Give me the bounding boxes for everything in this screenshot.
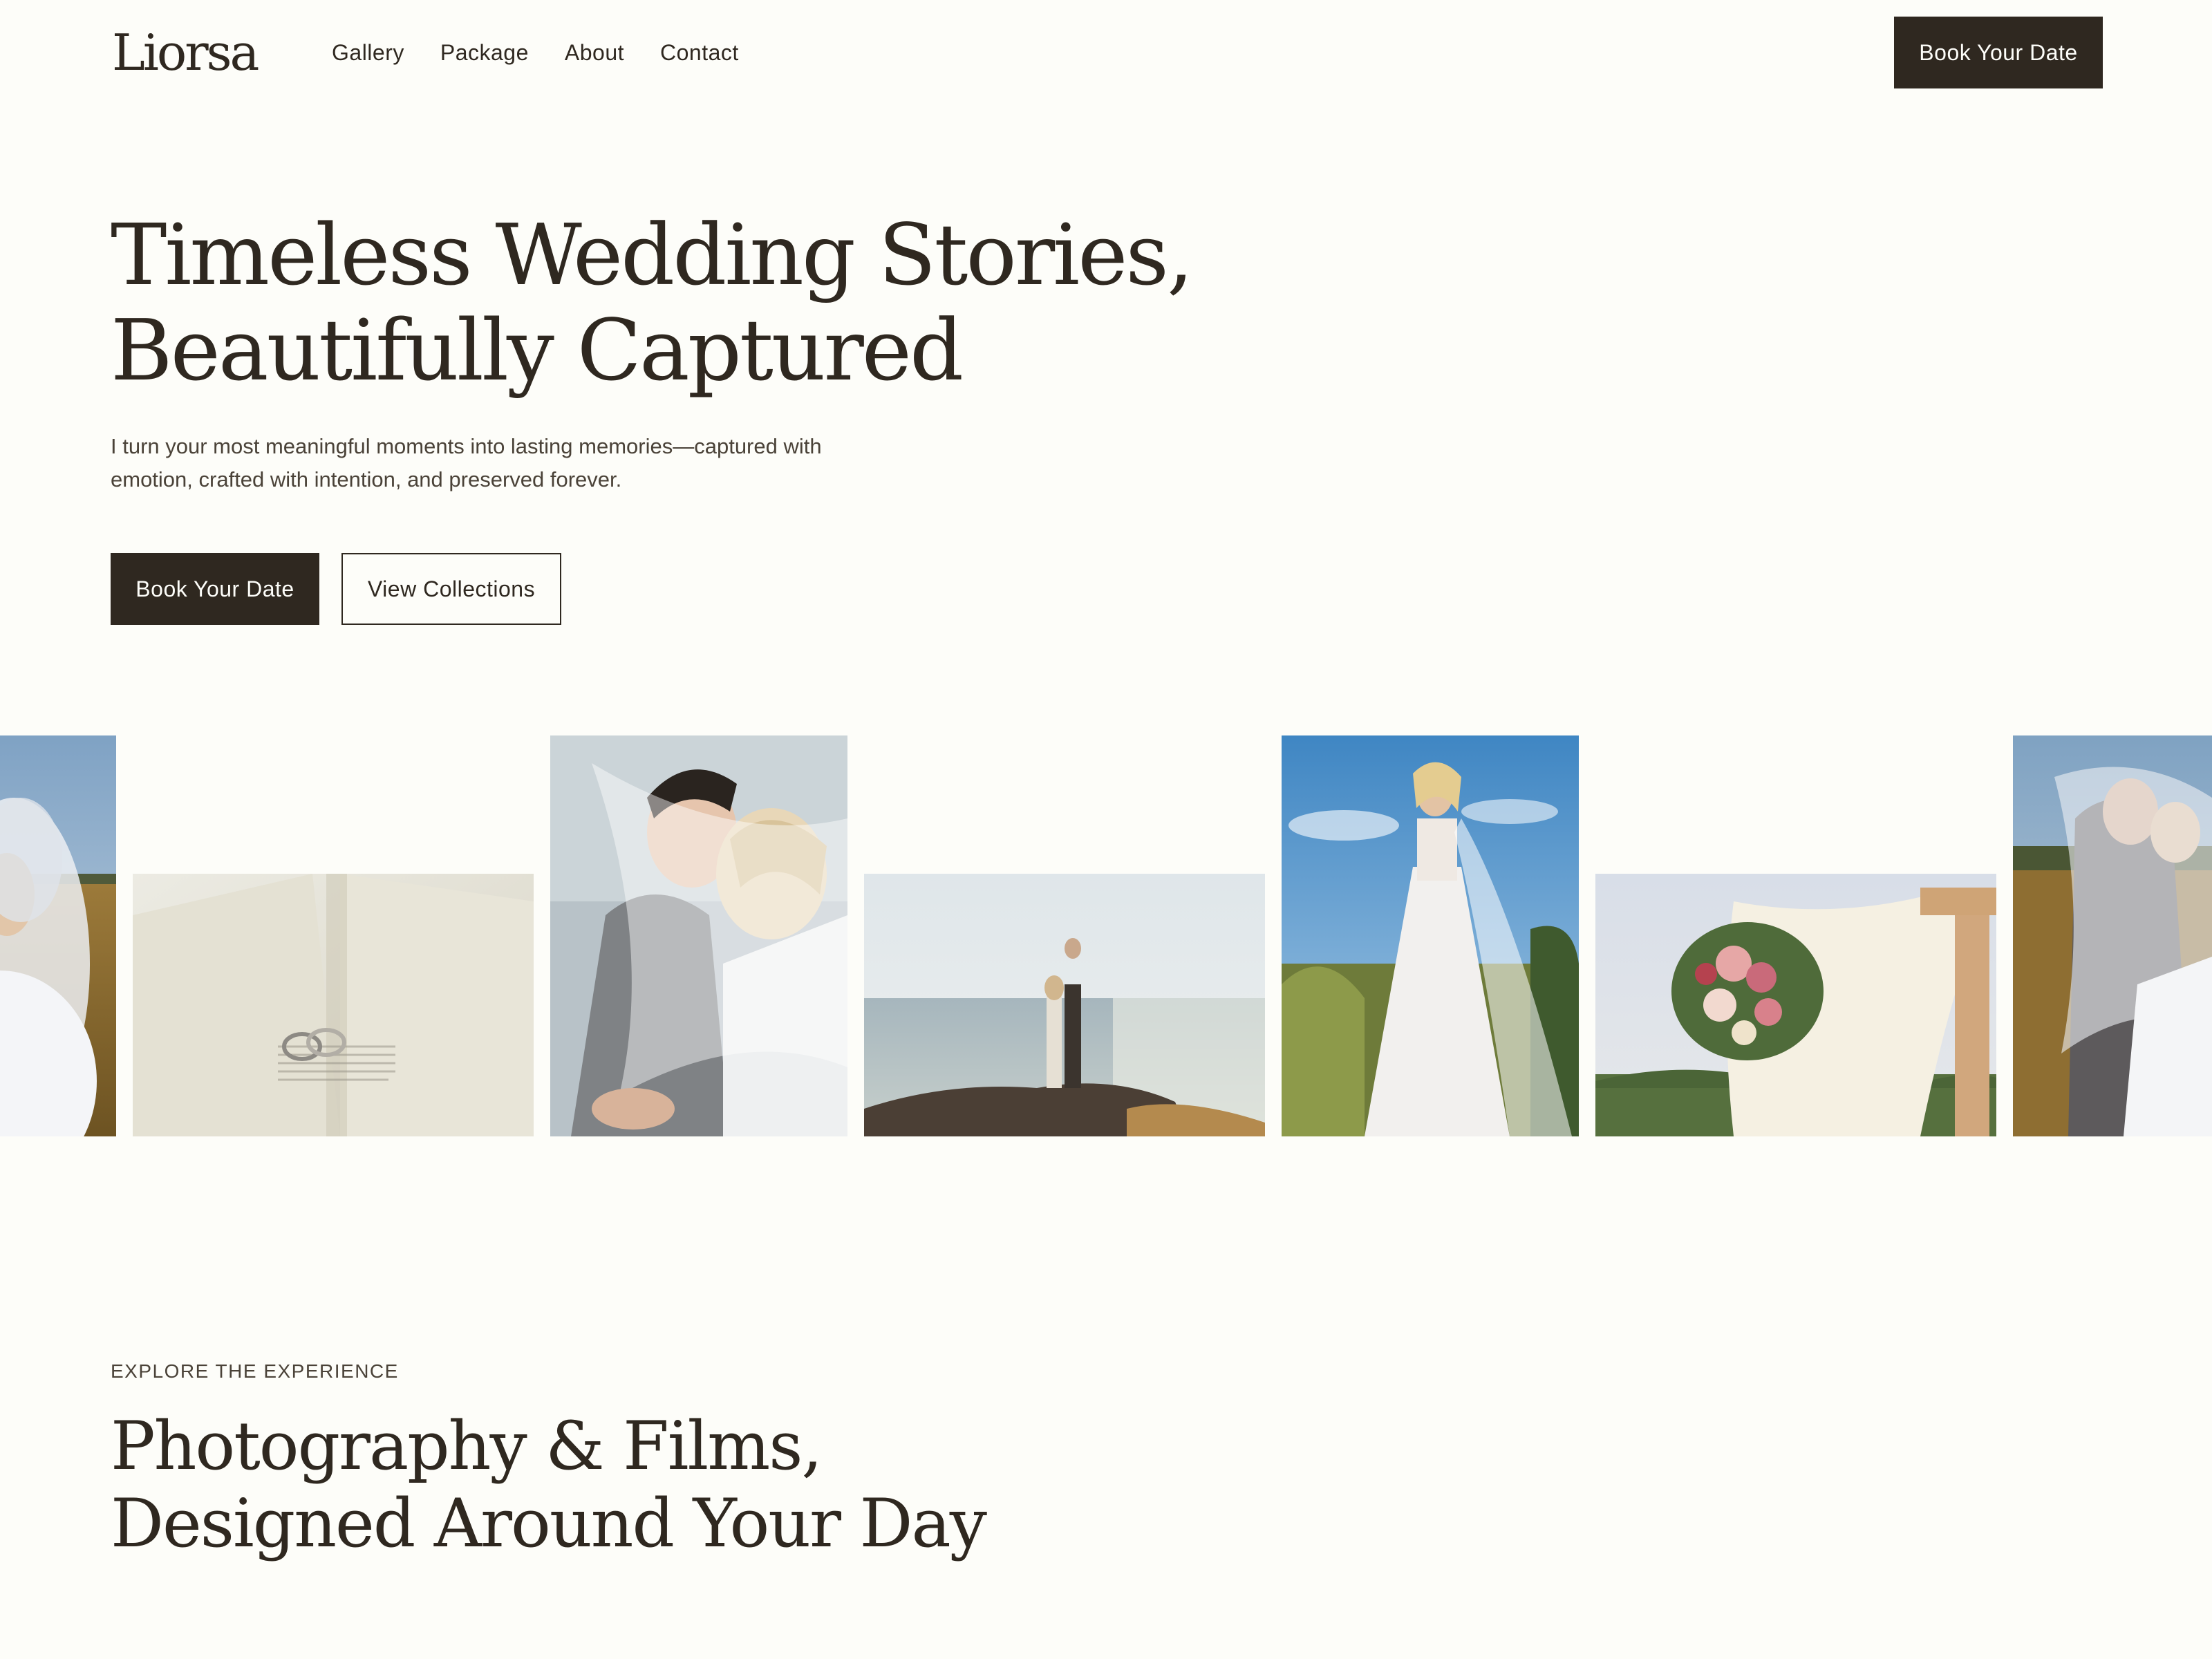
section-eyebrow: EXPLORE THE EXPERIENCE: [111, 1360, 399, 1382]
hero-subtitle: I turn your most meaningful moments into…: [111, 434, 822, 491]
nav-package[interactable]: Package: [440, 32, 529, 73]
nav-contact[interactable]: Contact: [660, 32, 739, 73]
section-title: Photography & Films, Designed Around You…: [111, 1407, 1217, 1562]
couple-on-coastal-rock-photo[interactable]: [864, 874, 1265, 1136]
hero-title-line-1: Timeless Wedding Stories,: [111, 206, 1194, 304]
wedding-rings-on-book-photo[interactable]: [133, 874, 534, 1136]
book-date-button[interactable]: Book Your Date: [111, 553, 319, 625]
bride-in-lace-gown-photo[interactable]: [1282, 735, 1579, 1136]
hero-title-line-2: Beautifully Captured: [111, 301, 964, 400]
section-title-line-2: Designed Around Your Day: [111, 1485, 987, 1562]
couple-kissing-under-veil-photo[interactable]: [550, 735, 847, 1136]
bride-with-veil-in-field-photo[interactable]: [0, 735, 116, 1136]
view-collections-button[interactable]: View Collections: [341, 553, 561, 625]
header-book-button[interactable]: Book Your Date: [1894, 17, 2103, 88]
logo[interactable]: Liorsa: [112, 18, 259, 87]
nav-about[interactable]: About: [565, 32, 624, 73]
hero-title: Timeless Wedding Stories, Beautifully Ca…: [111, 207, 1286, 398]
floral-arch-bouquet-photo[interactable]: [1595, 874, 1996, 1136]
main-nav: Gallery Package About Contact: [332, 32, 739, 73]
section-title-line-1: Photography & Films,: [111, 1407, 823, 1485]
site-header: Liorsa Gallery Package About Contact Boo…: [0, 0, 2212, 105]
couple-embracing-in-field-photo[interactable]: [2013, 735, 2212, 1136]
nav-gallery[interactable]: Gallery: [332, 32, 404, 73]
